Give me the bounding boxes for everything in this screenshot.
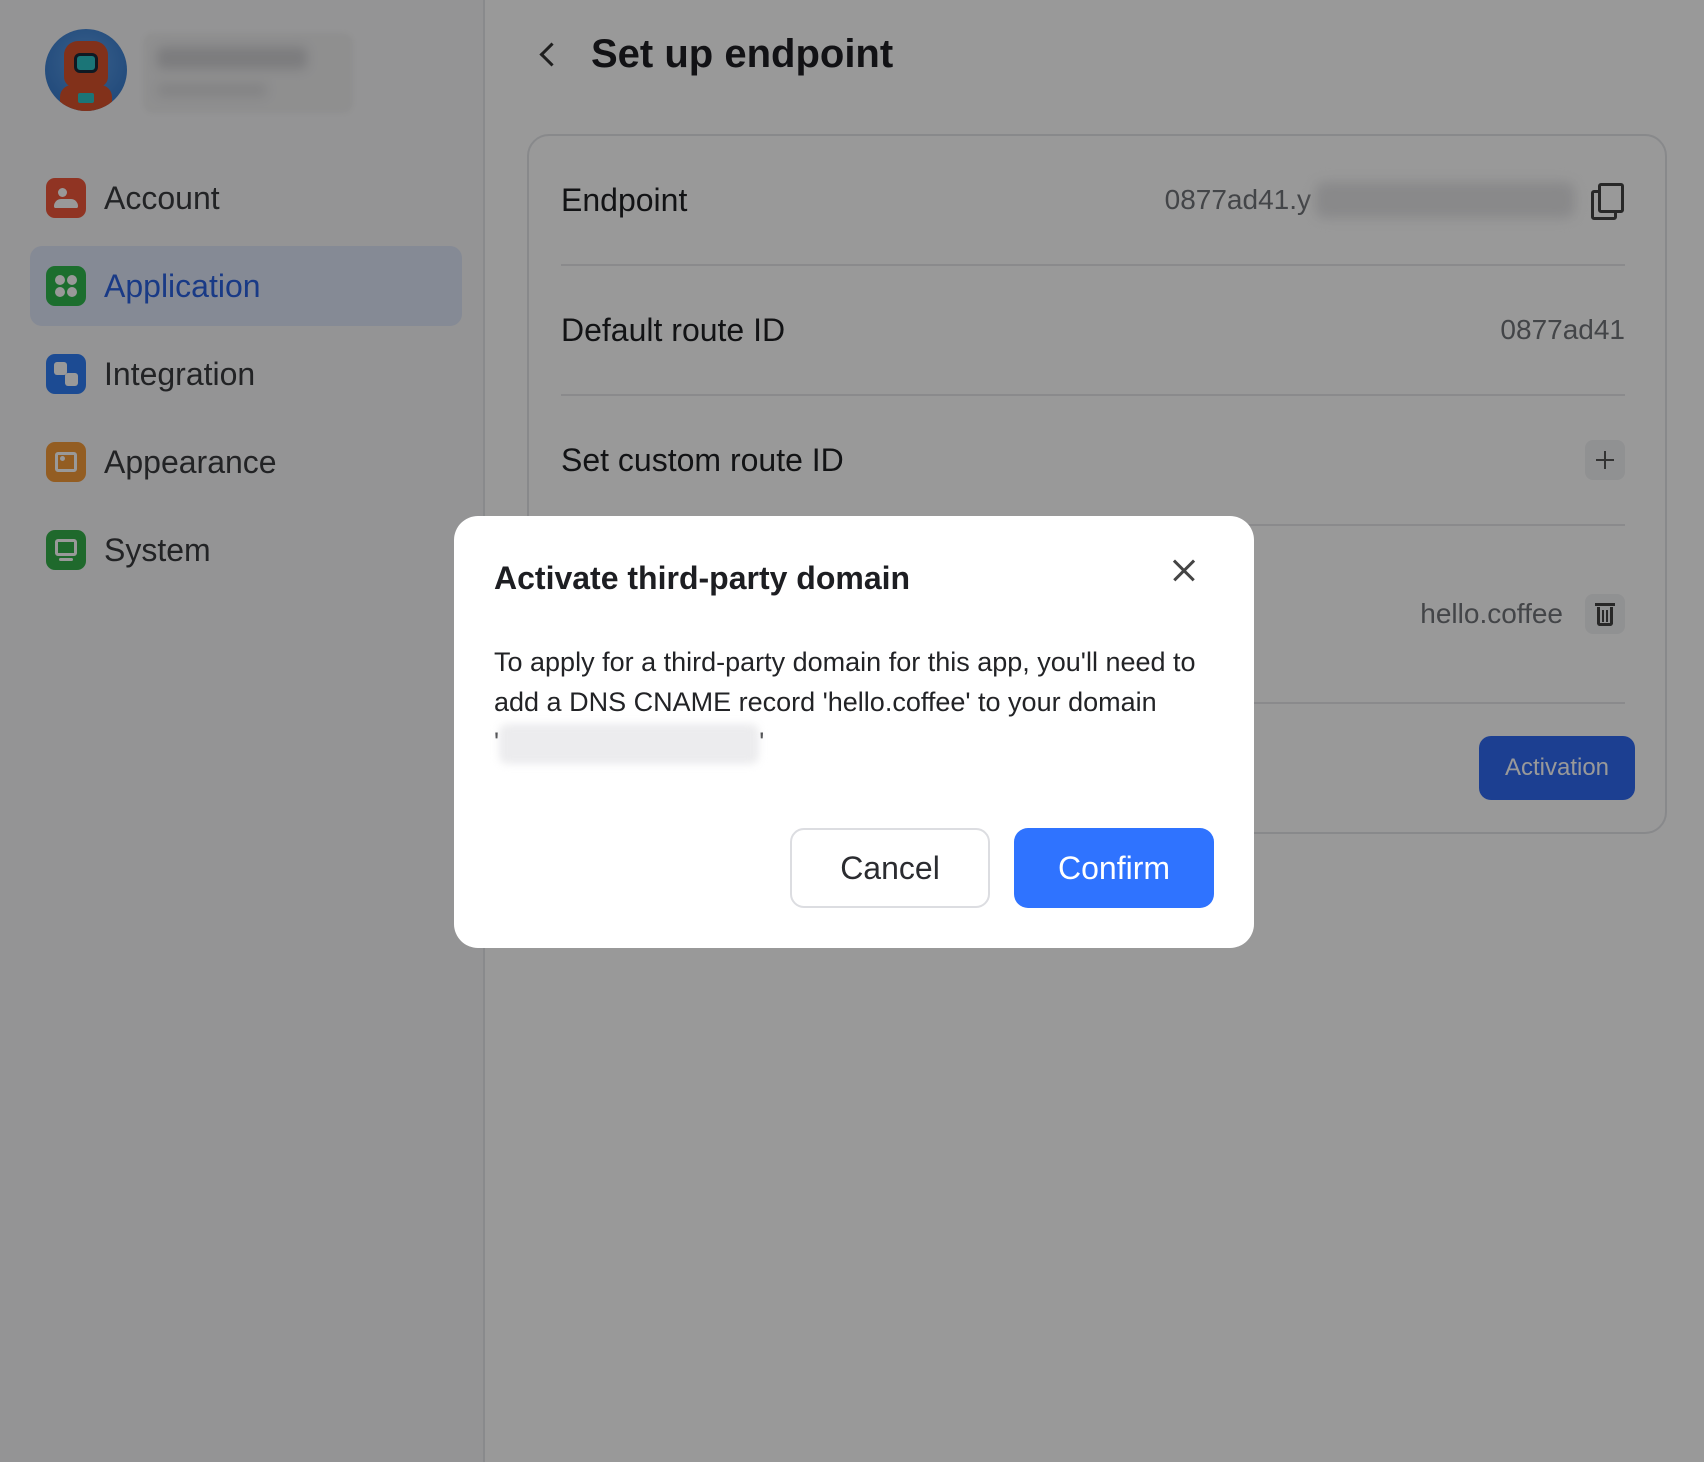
- dialog-title: Activate third-party domain: [494, 560, 911, 596]
- cancel-button[interactable]: Cancel: [790, 828, 990, 908]
- confirm-button[interactable]: Confirm: [1014, 828, 1214, 908]
- redacted-domain: [499, 723, 760, 764]
- close-icon[interactable]: [1162, 548, 1206, 592]
- dialog-quote-close: ': [759, 727, 765, 757]
- dialog-message: To apply for a third-party domain for th…: [494, 642, 1224, 764]
- dialog-message-text: To apply for a third-party domain for th…: [494, 647, 1196, 717]
- activate-domain-dialog: Activate third-party domain To apply for…: [454, 516, 1254, 948]
- app-window: Account Application Integration Appearan…: [0, 0, 1704, 1462]
